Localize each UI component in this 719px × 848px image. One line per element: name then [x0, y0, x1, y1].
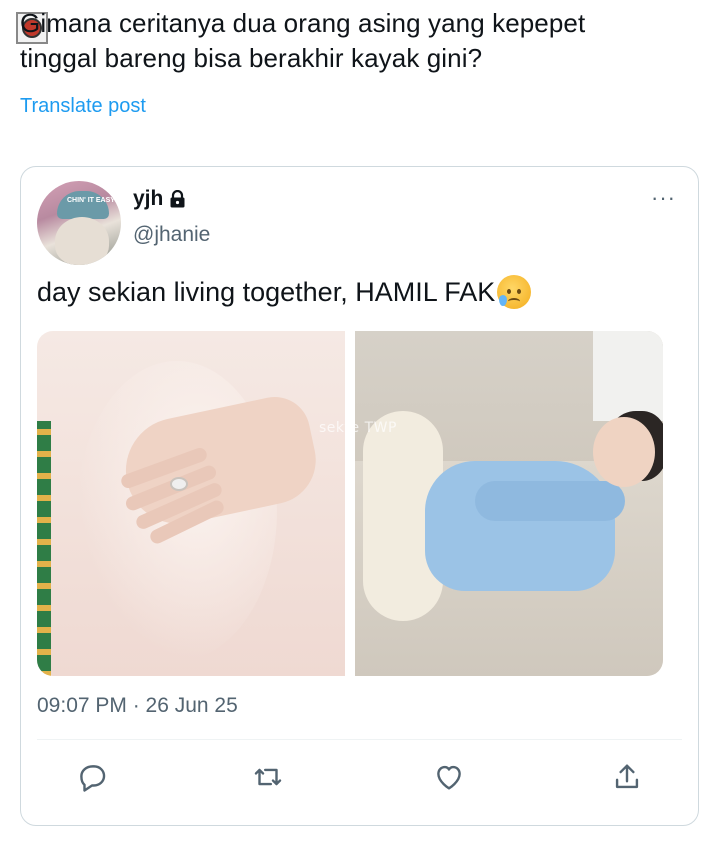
handle[interactable]: @jhanie [133, 223, 210, 247]
translate-post-link[interactable]: Translate post [20, 95, 146, 118]
action-bar [21, 755, 698, 805]
watermark: sekte TWP [319, 420, 397, 436]
tweet-text: day sekian living together, HAMIL FAK [37, 275, 532, 309]
post-text-line-2: tinggal bareng bisa berakhir kayak gini? [20, 43, 483, 73]
retweet-icon[interactable] [251, 760, 285, 794]
more-options-icon[interactable]: ··· [651, 187, 676, 209]
avatar-hat-text: CHIN' IT EASY [67, 197, 115, 204]
media-image-pregnant-belly[interactable] [37, 331, 345, 676]
tweet-text-content: day sekian living together, HAMIL FAK [37, 276, 496, 307]
share-icon[interactable] [610, 760, 644, 794]
avatar-face [55, 217, 109, 265]
ring [170, 477, 188, 491]
media-grid[interactable]: sekte TWP [37, 331, 663, 676]
divider [37, 739, 682, 740]
post-text-line-1: Gimana ceritanya dua orang asing yang ke… [20, 8, 586, 38]
avatar[interactable]: CHIN' IT EASY [37, 181, 121, 265]
avatar-hat [57, 191, 109, 219]
author-name-row: yjh [133, 187, 186, 211]
lock-icon [169, 189, 186, 208]
display-name[interactable]: yjh [133, 187, 163, 211]
timestamp[interactable]: 09:07 PM · 26 Jun 25 [37, 694, 238, 718]
reply-icon[interactable] [75, 760, 109, 794]
quoted-tweet-card[interactable]: CHIN' IT EASY yjh @jhanie ··· day sekian… [20, 166, 699, 826]
media-image-sleeping-man[interactable] [355, 331, 663, 676]
like-icon[interactable] [432, 760, 466, 794]
sad-face-emoji-icon [497, 275, 532, 309]
post-text: Gimana ceritanya dua orang asing yang ke… [20, 6, 700, 76]
